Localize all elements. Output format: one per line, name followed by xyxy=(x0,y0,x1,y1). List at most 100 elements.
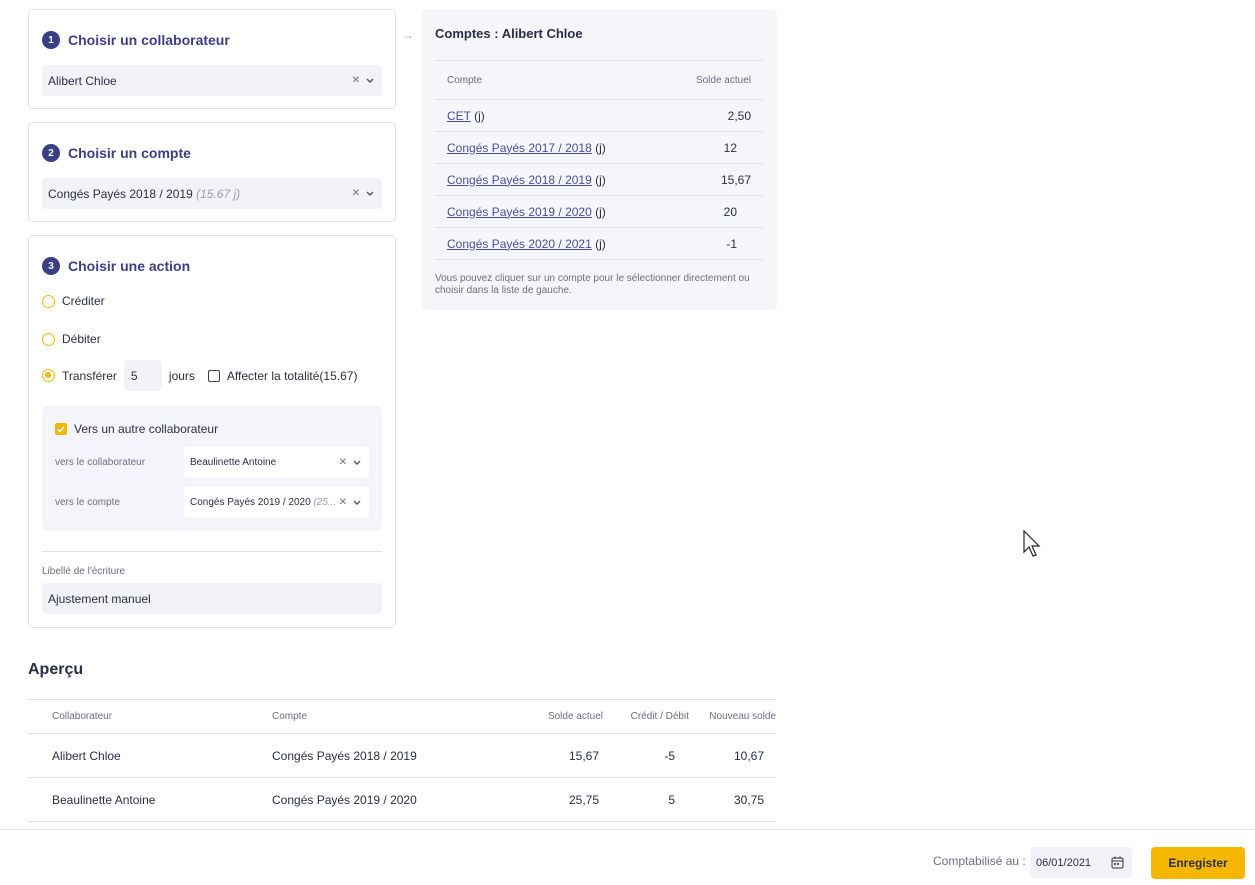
radio-credit-circle[interactable] xyxy=(42,294,55,308)
divider xyxy=(42,551,382,552)
preview-col-credit: Crédit / Débit xyxy=(603,699,689,734)
entry-input[interactable]: Ajustement manuel xyxy=(42,583,382,614)
table-row[interactable]: Congés Payés 2020 / 2021 (j) -1 xyxy=(435,227,763,260)
account-select-value: Congés Payés 2018 / 2019 (15.67 j) xyxy=(48,186,241,201)
collaborator-select-value: Alibert Chloe xyxy=(48,73,117,88)
radio-transfer[interactable]: Transférer 5 jours Affecter la totalité(… xyxy=(42,360,357,391)
account-link-cp-2019[interactable]: Congés Payés 2019 / 2020 xyxy=(447,205,592,219)
date-label: Comptabilisé au : xyxy=(933,854,1026,868)
account-balance: 20 xyxy=(659,195,763,228)
footer-bar: Comptabilisé au : 06/01/2021 Enregister xyxy=(0,829,1255,885)
clear-icon[interactable]: ✕ xyxy=(339,457,347,468)
accounts-table: Compte Solde actuel CET (j) 2,50 Congés … xyxy=(435,60,763,260)
accounts-panel: Comptes : Alibert Chloe Compte Solde act… xyxy=(422,9,777,310)
step2-title-text: Choisir un compte xyxy=(68,145,191,161)
radio-debit-label: Débiter xyxy=(62,332,101,346)
accounts-hint: Vous pouvez cliquer sur un compte pour l… xyxy=(435,273,750,296)
chevron-down-icon[interactable] xyxy=(353,500,361,506)
radio-credit-label: Créditer xyxy=(62,294,105,308)
transfer-unit: jours xyxy=(168,368,195,383)
col-balance: Solde actuel xyxy=(659,60,763,100)
preview-col-account: Compte xyxy=(272,699,502,734)
to-collab-select[interactable]: Beaulinette Antoine ✕ xyxy=(184,447,369,478)
to-collab-value: Beaulinette Antoine xyxy=(190,457,277,468)
to-collab-label: vers le collaborateur xyxy=(55,457,146,468)
step1-panel: 1 Choisir un collaborateur Alibert Chloe… xyxy=(28,9,396,109)
table-row[interactable]: Congés Payés 2019 / 2020 (j) 20 xyxy=(435,195,763,228)
step3-title: 3 Choisir une action xyxy=(42,257,190,275)
account-select[interactable]: Congés Payés 2018 / 2019 (15.67 j) ✕ xyxy=(42,178,382,209)
step1-title: 1 Choisir un collaborateur xyxy=(42,31,230,49)
preview-col-balance: Solde actuel xyxy=(502,699,603,734)
preview-col-new: Nouveau solde xyxy=(689,699,776,734)
preview-col-collab: Collaborateur xyxy=(28,699,272,734)
preview-cell: -5 xyxy=(603,733,689,778)
other-collab-checkbox[interactable] xyxy=(55,423,67,435)
entry-label: Libellé de l'écriture xyxy=(42,566,126,577)
preview-cell: 5 xyxy=(603,777,689,822)
preview-cell: 30,75 xyxy=(689,777,776,822)
account-link-cp-2017[interactable]: Congés Payés 2017 / 2018 xyxy=(447,141,592,155)
chevron-down-icon[interactable] xyxy=(366,191,374,197)
collaborator-select[interactable]: Alibert Chloe ✕ xyxy=(42,65,382,96)
clear-icon[interactable]: ✕ xyxy=(352,75,360,86)
preview-cell: 15,67 xyxy=(502,733,603,778)
radio-debit[interactable]: Débiter xyxy=(42,332,101,346)
preview-cell: Congés Payés 2018 / 2019 xyxy=(272,733,502,778)
table-row: Alibert Chloe Congés Payés 2018 / 2019 1… xyxy=(28,733,776,778)
radio-credit[interactable]: Créditer xyxy=(42,294,105,308)
preview-cell: Congés Payés 2019 / 2020 xyxy=(272,777,502,822)
radio-debit-circle[interactable] xyxy=(42,332,55,346)
to-account-select[interactable]: Congés Payés 2019 / 2020 (25... ✕ xyxy=(184,487,369,518)
preview-cell: 25,75 xyxy=(502,777,603,822)
table-row: Beaulinette Antoine Congés Payés 2019 / … xyxy=(28,777,776,822)
clear-icon[interactable]: ✕ xyxy=(352,188,360,199)
to-account-value: Congés Payés 2019 / 2020 (25... xyxy=(190,497,337,508)
other-collab-row[interactable]: Vers un autre collaborateur xyxy=(55,422,218,436)
col-account: Compte xyxy=(435,60,660,100)
chevron-down-icon[interactable] xyxy=(353,460,361,466)
date-input[interactable]: 06/01/2021 xyxy=(1030,847,1132,878)
radio-transfer-label: Transférer xyxy=(62,368,117,383)
clear-icon[interactable]: ✕ xyxy=(339,497,347,508)
account-balance: -1 xyxy=(659,227,763,260)
account-balance: 15,67 xyxy=(659,163,763,196)
arrow-right-icon: → xyxy=(402,28,414,42)
other-collab-label: Vers un autre collaborateur xyxy=(74,422,219,436)
step1-number: 1 xyxy=(42,31,60,49)
affect-all-checkbox[interactable] xyxy=(207,369,220,382)
radio-transfer-circle[interactable] xyxy=(42,369,55,382)
preview-title: Aperçu xyxy=(28,661,84,678)
preview-cell: 10,67 xyxy=(689,733,776,778)
table-row[interactable]: CET (j) 2,50 xyxy=(435,99,763,132)
account-link-cet[interactable]: CET xyxy=(447,109,471,123)
transfer-target-box: Vers un autre collaborateur vers le coll… xyxy=(42,406,382,531)
account-balance: 12 xyxy=(659,131,763,164)
table-row[interactable]: Congés Payés 2017 / 2018 (j) 12 xyxy=(435,131,763,164)
step2-title: 2 Choisir un compte xyxy=(42,144,191,162)
step2-panel: 2 Choisir un compte Congés Payés 2018 / … xyxy=(28,122,396,222)
affect-all-label: Affecter la totalité(15.67) xyxy=(226,368,358,383)
account-link-cp-2018[interactable]: Congés Payés 2018 / 2019 xyxy=(447,173,592,187)
preview-cell: Beaulinette Antoine xyxy=(28,777,272,822)
step2-number: 2 xyxy=(42,144,60,162)
account-balance: 2,50 xyxy=(659,99,763,132)
entry-input-value: Ajustement manuel xyxy=(48,591,151,606)
preview-table: Collaborateur Compte Solde actuel Crédit… xyxy=(28,699,776,822)
check-icon xyxy=(57,425,65,433)
save-button[interactable]: Enregister xyxy=(1151,847,1245,879)
preview-cell: Alibert Chloe xyxy=(28,733,272,778)
step3-panel: 3 Choisir une action Créditer Débiter Tr… xyxy=(28,235,396,628)
step1-title-text: Choisir un collaborateur xyxy=(68,32,230,48)
step3-number: 3 xyxy=(42,257,60,275)
to-account-label: vers le compte xyxy=(55,497,121,508)
accounts-panel-title: Comptes : Alibert Chloe xyxy=(435,26,583,41)
chevron-down-icon[interactable] xyxy=(366,78,374,84)
table-row[interactable]: Congés Payés 2018 / 2019 (j) 15,67 xyxy=(435,163,763,196)
mouse-cursor-icon xyxy=(1023,530,1041,557)
account-link-cp-2020[interactable]: Congés Payés 2020 / 2021 xyxy=(447,237,592,251)
step3-title-text: Choisir une action xyxy=(68,258,191,274)
calendar-icon[interactable] xyxy=(1111,856,1124,869)
date-value: 06/01/2021 xyxy=(1036,856,1092,869)
transfer-amount-input[interactable]: 5 xyxy=(123,360,162,391)
